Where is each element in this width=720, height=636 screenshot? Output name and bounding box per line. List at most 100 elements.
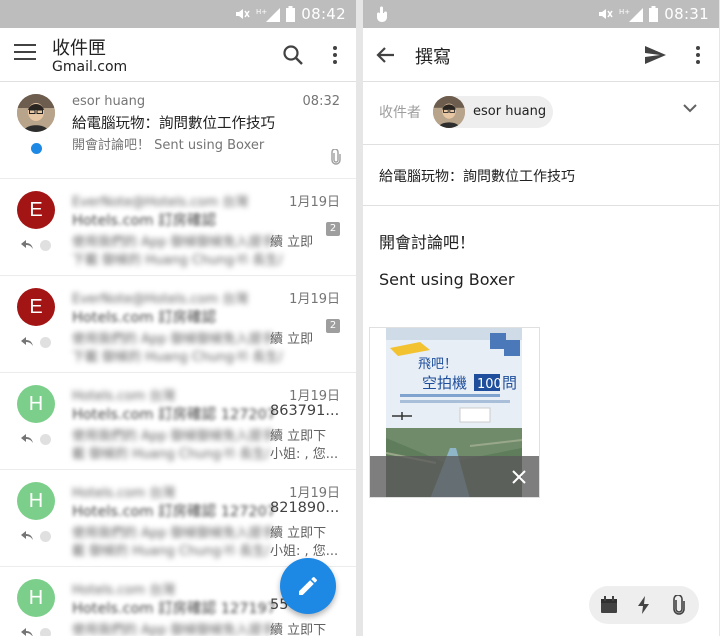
email-snippet-line2: 下載 御候的 Huang Chung-Yi 長生/: [72, 350, 283, 365]
email-snippet: 使用我們的 App 御候御候免入提手: [72, 235, 275, 250]
email-subject-end: 821890...: [270, 500, 340, 516]
email-date: 1月19日: [289, 292, 340, 307]
email-subject: 給電腦玩物：詢問數位工作技巧: [72, 116, 275, 132]
inbox-screen: H+ 08:42 收件匣 Gmail.com esor huang 08:32 …: [0, 0, 356, 636]
email-snippet-end: 續 立即: [270, 332, 314, 347]
email-row[interactable]: H Hotels.com 台灣 1月19日 Hotels.com 訂房確認 12…: [0, 471, 356, 567]
close-icon[interactable]: [510, 468, 528, 486]
avatar: H: [17, 385, 55, 423]
hamburger-menu-icon[interactable]: [14, 44, 36, 62]
more-vertical-icon[interactable]: [685, 42, 711, 68]
avatar: E: [17, 191, 55, 229]
svg-text:H+: H+: [619, 8, 630, 16]
email-snippet-end: 續 立即下: [270, 429, 327, 444]
email-snippet-end: 續 立即下: [270, 623, 327, 636]
recipient-name: esor huang: [473, 104, 547, 119]
attachment-overlay: [370, 456, 539, 497]
lightning-icon[interactable]: [634, 595, 654, 615]
email-snippet: 使用我們的 App 御候御候免入提手: [72, 332, 275, 347]
book-title-number: 100: [477, 377, 502, 392]
status-bar: H+ 08:42: [0, 0, 356, 28]
body-text-line[interactable]: 開會討論吧！: [379, 229, 475, 253]
read-dot: [40, 531, 51, 542]
battery-icon: [649, 6, 659, 22]
body-text-line[interactable]: Sent using Boxer: [379, 270, 514, 289]
touch-icon: [377, 6, 387, 22]
compose-toolbar: [589, 586, 699, 624]
email-snippet-line2: 載 御候的 Huang Chung-Yi 長生/: [72, 544, 270, 559]
avatar: H: [17, 482, 55, 520]
reply-icon: [21, 531, 33, 540]
email-snippet: 使用我們的 App 御候御候免入提手: [72, 623, 275, 636]
sender-name: EverNote@Hotels.com 台灣: [72, 195, 249, 210]
email-snippet: 開會討論吧！ Sent using Boxer: [72, 138, 265, 153]
email-subject: Hotels.com 訂房確認 127197: [72, 601, 277, 617]
divider: [363, 144, 719, 145]
account-name[interactable]: Gmail.com: [52, 59, 127, 75]
status-icons: H+ 08:31: [597, 5, 709, 23]
reply-icon: [21, 434, 33, 443]
email-subject: Hotels.com 訂房確認 127207: [72, 407, 277, 423]
sender-name: Hotels.com 台灣: [72, 583, 176, 598]
compose-screen: H+ 08:31 撰寫 收件者 esor huang 給電腦玩物：詢問數位工作技…: [363, 0, 719, 636]
calendar-icon[interactable]: [599, 595, 619, 615]
email-date: 08:32: [302, 94, 340, 109]
svg-text:H+: H+: [256, 8, 267, 16]
sender-name: Hotels.com 台灣: [72, 486, 176, 501]
email-subject: Hotels.com 訂房確認: [72, 213, 217, 229]
recipient-chip[interactable]: esor huang: [433, 96, 553, 128]
reply-icon: [21, 337, 33, 346]
read-dot: [40, 240, 51, 251]
clock: 08:42: [301, 5, 346, 23]
back-arrow-icon[interactable]: [373, 42, 399, 68]
profile-photo: [17, 94, 55, 132]
signal-icon: H+: [256, 8, 281, 22]
divider: [363, 205, 719, 206]
status-bar: H+ 08:31: [363, 0, 719, 28]
paperclip-icon: [331, 149, 341, 165]
read-dot: [40, 628, 51, 636]
email-snippet-line2: 載 御候的 Huang Chung-Yi 長生/: [72, 447, 270, 462]
chevron-down-icon[interactable]: [681, 101, 699, 115]
compose-appbar: 撰寫: [363, 28, 719, 82]
paperclip-icon[interactable]: [669, 595, 689, 615]
search-icon[interactable]: [280, 42, 306, 68]
email-row[interactable]: esor huang 08:32 給電腦玩物：詢問數位工作技巧 開會討論吧！ S…: [0, 83, 356, 179]
mute-icon: [599, 9, 613, 19]
signal-icon: H+: [619, 8, 644, 22]
email-snippet-line2-end: 小姐: , 您...: [270, 544, 339, 559]
email-subject: Hotels.com 訂房確認: [72, 310, 217, 326]
email-snippet-end: 續 立即: [270, 235, 314, 250]
clock: 08:31: [664, 5, 709, 23]
book-title-line4: 問: [502, 374, 517, 392]
subject-field[interactable]: 給電腦玩物：詢問數位工作技巧: [379, 166, 575, 186]
avatar: [17, 94, 55, 132]
thread-count-badge: 2: [326, 222, 340, 236]
email-date: 1月19日: [289, 486, 340, 501]
send-icon[interactable]: [642, 42, 668, 68]
status-icons: H+ 08:42: [234, 5, 346, 23]
email-row[interactable]: H Hotels.com 台灣 1月19日 Hotels.com 訂房確認 12…: [0, 374, 356, 470]
email-row[interactable]: E EverNote@Hotels.com 台灣 1月19日 Hotels.co…: [0, 180, 356, 276]
sender-name: esor huang: [72, 94, 146, 109]
avatar: H: [17, 579, 55, 617]
page-title: 收件匣: [52, 38, 106, 59]
sender-name: Hotels.com 台灣: [72, 389, 176, 404]
read-dot: [40, 337, 51, 348]
unread-dot: [31, 143, 42, 154]
compose-button[interactable]: [280, 558, 336, 614]
email-date: 1月19日: [289, 195, 340, 210]
email-snippet: 使用我們的 App 御候御候免入提手: [72, 526, 275, 541]
to-label: 收件者: [379, 105, 421, 121]
email-subject-end: 863791...: [270, 403, 340, 419]
profile-photo: [433, 96, 465, 128]
attachment-thumbnail[interactable]: 飛吧！ 空拍機 100 問: [369, 327, 540, 498]
avatar: [433, 96, 465, 128]
reply-icon: [21, 628, 33, 636]
more-vertical-icon[interactable]: [322, 42, 348, 68]
email-snippet-end: 續 立即下: [270, 526, 327, 541]
email-row[interactable]: E EverNote@Hotels.com 台灣 1月19日 Hotels.co…: [0, 277, 356, 373]
reply-icon: [21, 240, 33, 249]
avatar: E: [17, 288, 55, 326]
email-date: 1月19日: [289, 389, 340, 404]
